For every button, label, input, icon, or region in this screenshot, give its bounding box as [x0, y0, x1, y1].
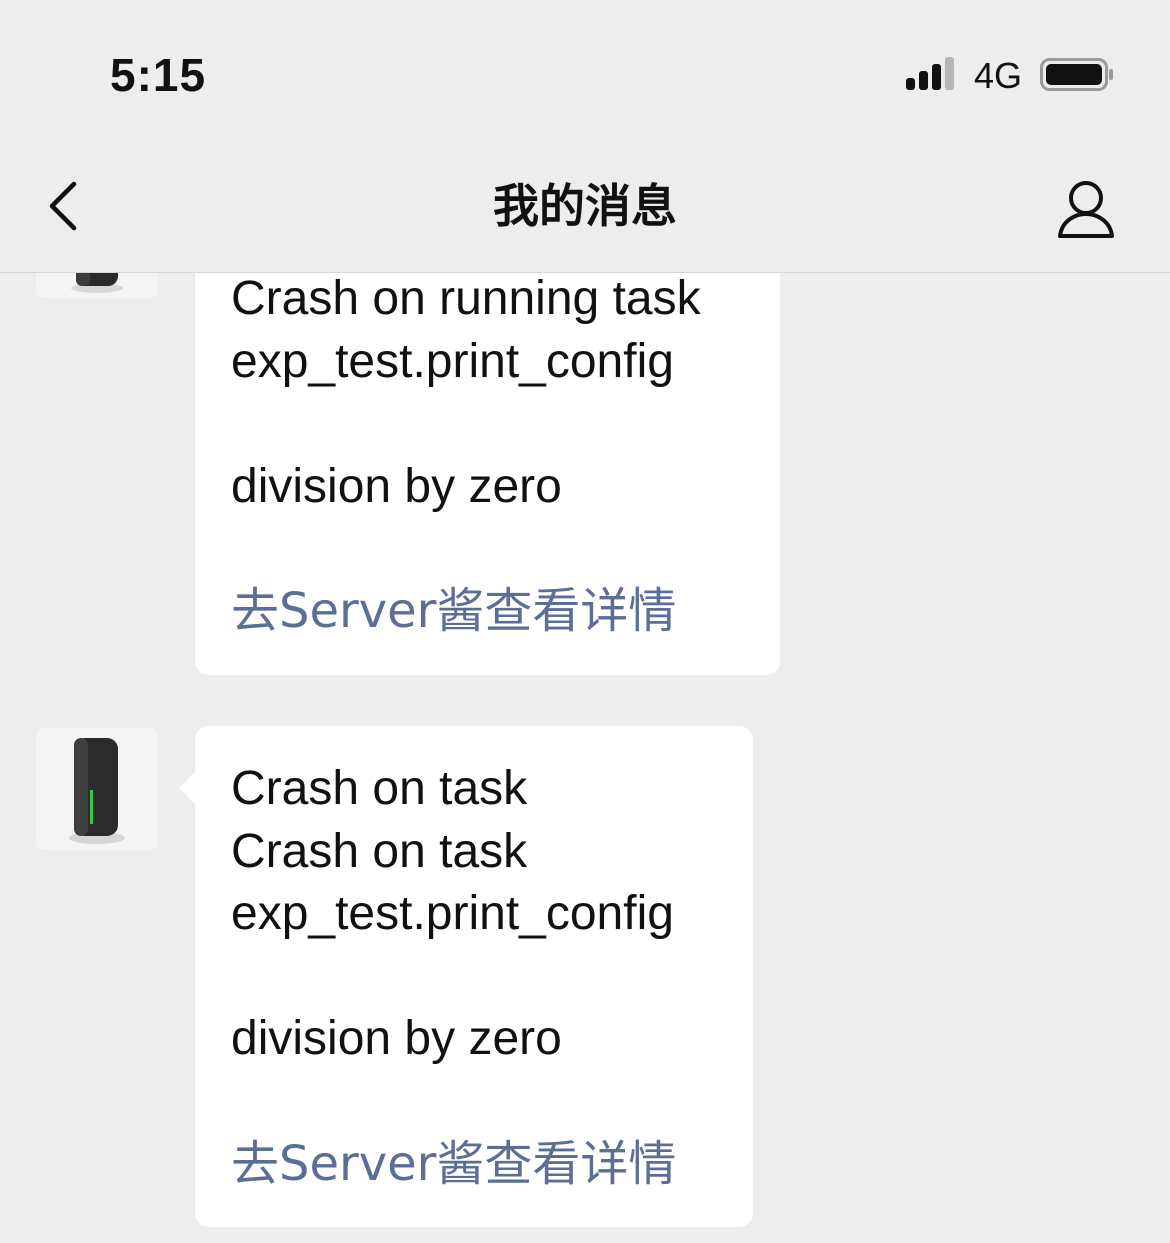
sender-avatar[interactable] — [36, 728, 158, 850]
nav-bar: 我的消息 — [0, 140, 1170, 273]
view-details-link[interactable]: 去Server酱查看详情 — [231, 1133, 717, 1195]
message-line — [231, 393, 744, 456]
page-title: 我的消息 — [493, 179, 677, 233]
status-bar: 5:15 4G — [0, 0, 1170, 140]
cellular-signal-icon — [906, 57, 954, 90]
message-line: Crash on task — [231, 762, 528, 815]
message-line: division by zero — [231, 1012, 562, 1065]
message-line — [231, 946, 717, 1009]
message-line: exp_test.print_config — [231, 887, 674, 940]
bubble-tail — [179, 772, 195, 804]
message-line: exp_test.print_config — [231, 334, 674, 388]
router-device-icon — [36, 728, 158, 850]
message-bubble[interactable]: Crash on task Crash on task exp_test.pri… — [179, 726, 753, 1227]
network-type: 4G — [974, 55, 1023, 96]
user-icon — [1058, 181, 1114, 238]
message-line: Crash on running task — [231, 272, 701, 325]
message-bubble[interactable]: Crash on running task exp_test.print_con… — [195, 240, 780, 675]
battery-icon — [1040, 58, 1113, 91]
message-line: Crash on task — [231, 824, 528, 878]
profile-button[interactable] — [1050, 174, 1122, 246]
message-line: division by zero — [231, 459, 562, 513]
status-time: 5:15 — [110, 49, 207, 101]
view-details-link[interactable]: 去Server酱查看详情 — [231, 580, 744, 642]
